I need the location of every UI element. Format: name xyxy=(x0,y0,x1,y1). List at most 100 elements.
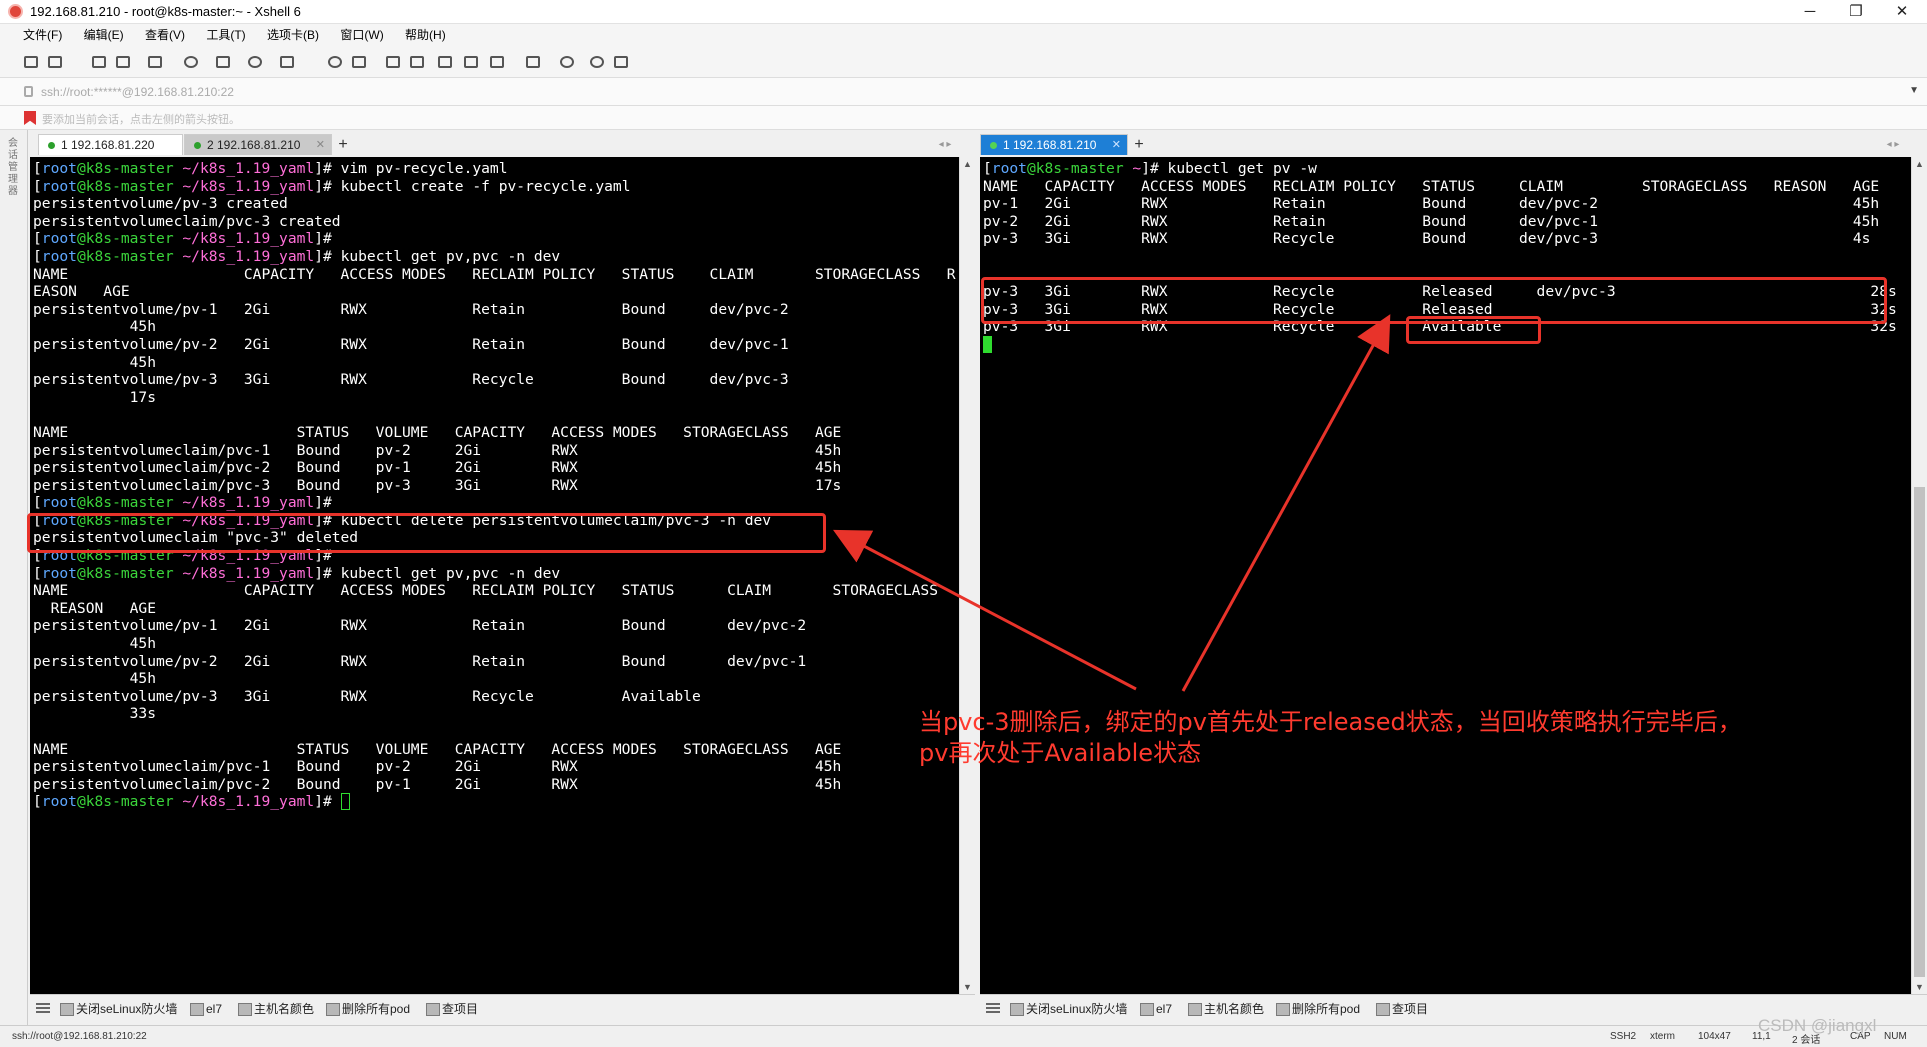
prompt-user: root xyxy=(41,230,77,248)
bookmark-icon[interactable] xyxy=(24,111,36,125)
prompt-user: root xyxy=(41,247,77,265)
command-text: kubectl create -f pv-recycle.yaml xyxy=(340,177,631,195)
scroll-down-icon[interactable]: ▼ xyxy=(963,982,972,992)
transfer-icon[interactable] xyxy=(214,54,232,70)
scroll-up-icon[interactable]: ▲ xyxy=(963,159,972,169)
prompt-dir: ~/k8s_1.19_yaml xyxy=(173,564,315,582)
quick-cmd-el7[interactable]: el7 xyxy=(1140,1001,1172,1017)
output-line: persistentvolume/pv-3 created xyxy=(33,195,288,213)
output-line: persistentvolume/pv-1 2Gi RWX Retain Bou… xyxy=(33,300,789,318)
add-tab-button[interactable]: + xyxy=(334,134,352,155)
address-bar[interactable]: ssh://root:******@192.168.81.210:22 ▼ xyxy=(0,78,1927,106)
close-button[interactable]: ✕ xyxy=(1879,0,1925,24)
quick-cmd-selinux[interactable]: 关闭seLinux防火墙 xyxy=(60,1001,177,1017)
script-icon[interactable] xyxy=(462,54,480,70)
left-tab-row: 1 192.168.81.220 2 192.168.81.210 ✕ + ◂ … xyxy=(30,134,964,155)
tab-session-2[interactable]: 2 192.168.81.210 ✕ xyxy=(184,134,332,155)
quick-cmd-check-project[interactable]: 查项目 xyxy=(1376,1001,1428,1017)
menu-window[interactable]: 窗口(W) xyxy=(331,24,392,46)
menu-bar: 文件(F) 编辑(E) 查看(V) 工具(T) 选项卡(B) 窗口(W) 帮助(… xyxy=(0,24,1927,46)
tab-nav-arrows[interactable]: ◂ ▸ xyxy=(1876,134,1910,155)
prompt-bracket: ]# xyxy=(314,230,341,248)
command-text: vim pv-recycle.yaml xyxy=(340,160,508,177)
menu-tab[interactable]: 选项卡(B) xyxy=(258,24,328,46)
menu-help[interactable]: 帮助(H) xyxy=(396,24,455,46)
quick-cmd-delete-pods[interactable]: 删除所有pod xyxy=(326,1001,410,1017)
tunnel-icon[interactable] xyxy=(350,54,368,70)
disconnect-icon[interactable] xyxy=(114,54,132,70)
prompt-bracket: [ xyxy=(33,247,42,265)
quick-cmd-delete-pods[interactable]: 删除所有pod xyxy=(1276,1001,1360,1017)
quick-cmd-hostname-color[interactable]: 主机名颜色 xyxy=(1188,1001,1264,1017)
output-line: pv-1 2Gi RWX Retain Bound dev/pvc-2 45h xyxy=(983,195,1880,213)
prompt-user: root xyxy=(41,793,77,811)
chat-icon[interactable] xyxy=(612,54,630,70)
prompt-bracket: ]# xyxy=(314,793,341,811)
prompt-host: @k8s-master xyxy=(76,160,174,177)
new-session-icon[interactable] xyxy=(22,54,40,70)
menu-edit[interactable]: 编辑(E) xyxy=(75,24,133,46)
help-icon[interactable] xyxy=(588,54,606,70)
left-scrollbar[interactable]: ▲ ▼ xyxy=(959,157,975,994)
connected-icon xyxy=(990,142,997,149)
quick-cmd-selinux[interactable]: 关闭seLinux防火墙 xyxy=(1010,1001,1127,1017)
properties-icon[interactable] xyxy=(146,54,164,70)
open-folder-icon[interactable] xyxy=(46,54,64,70)
gear-icon[interactable] xyxy=(558,54,576,70)
search-icon[interactable] xyxy=(182,54,200,70)
prompt-user: root xyxy=(41,160,77,177)
output-line: NAME CAPACITY ACCESS MODES RECLAIM POLIC… xyxy=(33,582,938,600)
prompt-user: root xyxy=(41,177,77,195)
prompt-bracket: [ xyxy=(983,160,992,177)
menu-file[interactable]: 文件(F) xyxy=(14,24,71,46)
lock-icon[interactable] xyxy=(408,54,426,70)
prompt-dir: ~/k8s_1.19_yaml xyxy=(173,160,315,177)
quick-cmd-hostname-color[interactable]: 主机名颜色 xyxy=(238,1001,314,1017)
close-icon[interactable]: ✕ xyxy=(316,135,325,156)
add-tab-button[interactable]: + xyxy=(1130,134,1148,155)
output-line: persistentvolumeclaim/pvc-1 Bound pv-2 2… xyxy=(33,758,842,776)
globe-icon[interactable] xyxy=(246,54,264,70)
output-line: 17s xyxy=(33,388,157,406)
layout-icon[interactable] xyxy=(524,54,542,70)
tab-session-1[interactable]: 1 192.168.81.220 xyxy=(38,134,183,155)
scroll-down-icon[interactable]: ▼ xyxy=(1915,982,1924,992)
fullscreen-icon[interactable] xyxy=(384,54,402,70)
scroll-thumb[interactable] xyxy=(1914,487,1925,977)
prompt-line: [root@k8s-master ~/k8s_1.19_yaml]# kubec… xyxy=(33,248,956,266)
status-connection: ssh://root@192.168.81.210:22 xyxy=(12,1031,147,1042)
right-scrollbar[interactable]: ▲ ▼ xyxy=(1911,157,1927,994)
highlight-box-delete xyxy=(27,513,826,553)
prompt-dir: ~ xyxy=(1123,160,1142,177)
minimize-button[interactable]: ─ xyxy=(1787,0,1833,24)
prompt-host: @k8s-master xyxy=(1026,160,1124,177)
status-num: NUM xyxy=(1884,1031,1907,1042)
keyboard-icon[interactable] xyxy=(436,54,454,70)
prompt-bracket: [ xyxy=(33,160,42,177)
menu-icon[interactable] xyxy=(36,1003,50,1005)
menu-icon[interactable] xyxy=(986,1003,1000,1005)
prompt-dir: ~/k8s_1.19_yaml xyxy=(173,177,315,195)
close-icon[interactable]: ✕ xyxy=(1112,135,1121,156)
left-terminal[interactable]: [root@k8s-master ~/k8s_1.19_yaml]# vim p… xyxy=(30,157,959,994)
menu-view[interactable]: 查看(V) xyxy=(136,24,194,46)
session-manager-strip[interactable]: 会话管理器 xyxy=(0,130,28,1025)
menu-tools[interactable]: 工具(T) xyxy=(197,24,254,46)
chevron-down-icon[interactable]: ▼ xyxy=(1909,85,1919,96)
prompt-dir: ~/k8s_1.19_yaml xyxy=(173,247,315,265)
status-bar: ssh://root@192.168.81.210:22 SSH2 xterm … xyxy=(0,1025,1927,1047)
prompt-line: [root@k8s-master ~/k8s_1.19_yaml]# xyxy=(33,793,956,811)
quick-cmd-el7[interactable]: el7 xyxy=(190,1001,222,1017)
scroll-up-icon[interactable]: ▲ xyxy=(1915,159,1924,169)
quick-cmd-check-project[interactable]: 查项目 xyxy=(426,1001,478,1017)
new-tab-icon[interactable] xyxy=(488,54,506,70)
tab-session-1-right[interactable]: 1 192.168.81.210 ✕ xyxy=(980,134,1128,155)
font-icon[interactable] xyxy=(278,54,296,70)
xftp-icon[interactable] xyxy=(326,54,344,70)
connect-icon[interactable] xyxy=(90,54,108,70)
tab-nav-arrows[interactable]: ◂ ▸ xyxy=(928,134,962,155)
maximize-button[interactable]: ❐ xyxy=(1833,0,1879,24)
prompt-bracket: [ xyxy=(33,564,42,582)
command-text: kubectl get pv -w xyxy=(1167,160,1317,177)
